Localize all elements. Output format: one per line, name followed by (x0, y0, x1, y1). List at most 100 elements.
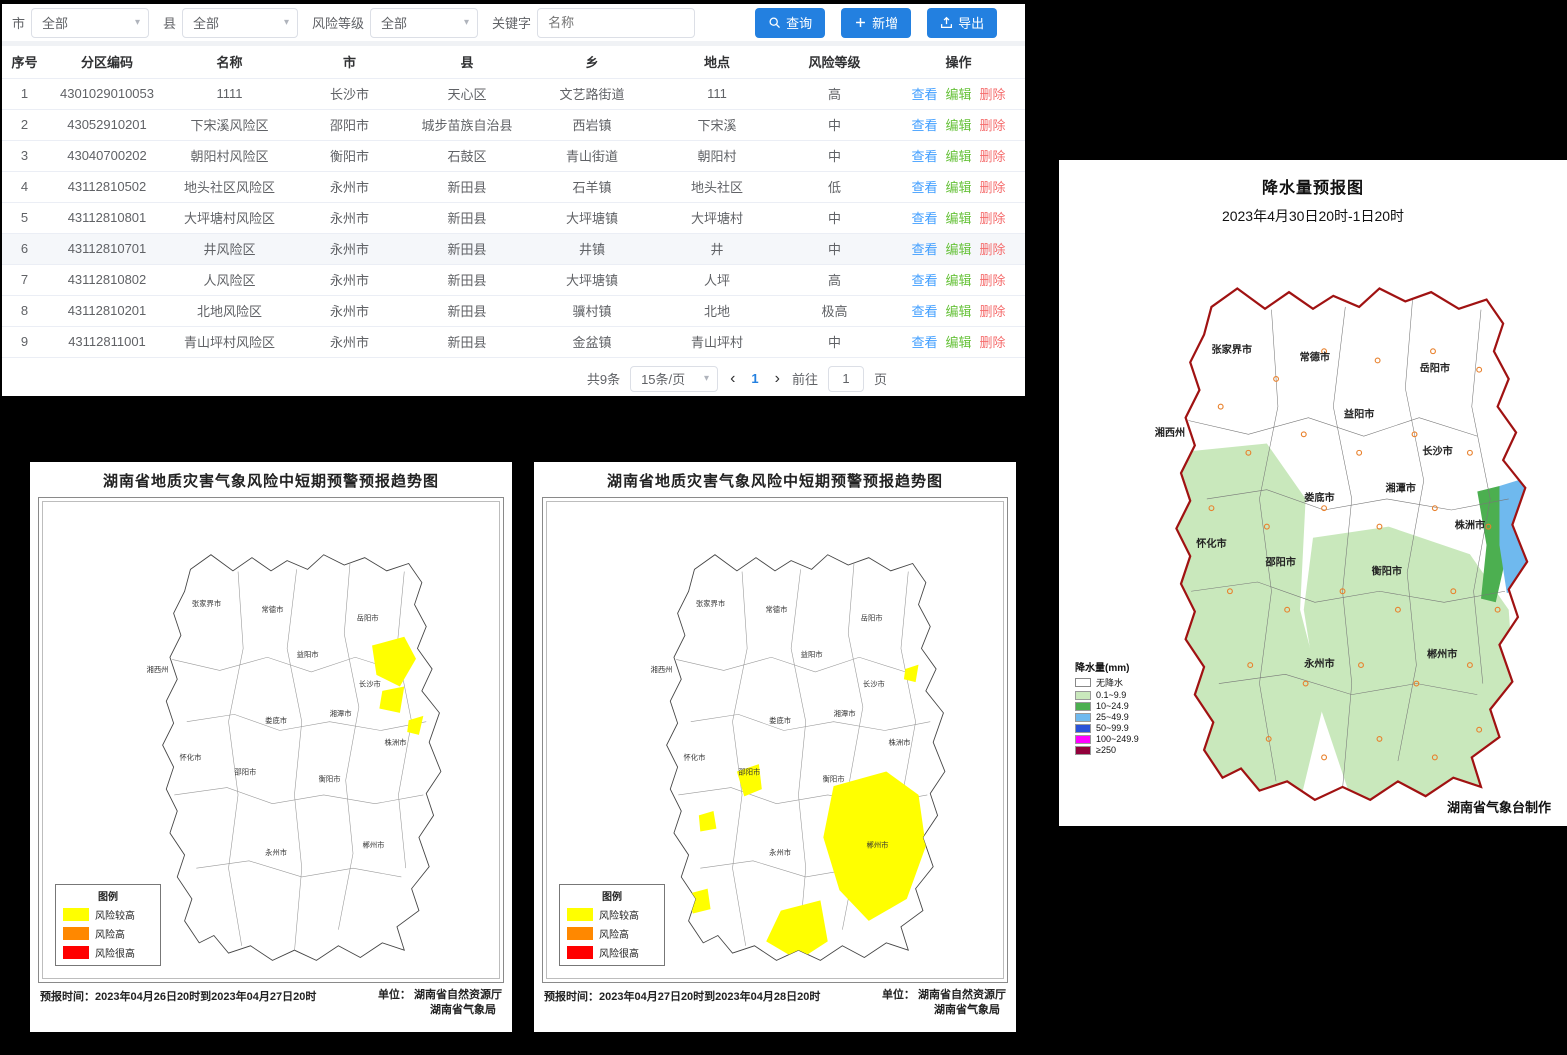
legend-label: 风险很高 (599, 945, 639, 960)
legend-swatch (1075, 713, 1091, 722)
cell-name: 大坪塘村风险区 (167, 202, 292, 233)
view-link[interactable]: 查看 (911, 149, 937, 164)
edit-link[interactable]: 编辑 (945, 87, 971, 102)
cell-actions: 查看编辑删除 (892, 171, 1025, 202)
legend-swatch (567, 908, 593, 921)
edit-link[interactable]: 编辑 (945, 242, 971, 257)
table-row[interactable]: 843112810201北地风险区永州市新田县骥村镇北地极高查看编辑删除 (2, 295, 1025, 326)
goto-page-input[interactable] (828, 366, 864, 392)
edit-link[interactable]: 编辑 (945, 273, 971, 288)
column-header: 名称 (167, 46, 292, 78)
legend-item: ≥250 (1075, 745, 1139, 755)
table-row[interactable]: 143010290100531111长沙市天心区文艺路街道111高查看编辑删除 (2, 78, 1025, 109)
table-row[interactable]: 743112810802人风险区永州市新田县大坪塘镇人坪高查看编辑删除 (2, 264, 1025, 295)
prev-page-button[interactable]: ‹ (728, 371, 737, 387)
risk-level-select[interactable]: 全部 ▾ (370, 8, 478, 38)
legend-label: 无降水 (1096, 676, 1123, 689)
next-page-button[interactable]: › (773, 371, 782, 387)
city-select[interactable]: 全部 ▾ (31, 8, 149, 38)
delete-link[interactable]: 删除 (980, 335, 1006, 350)
cell-county: 新田县 (407, 295, 527, 326)
legend-label: 10~24.9 (1096, 701, 1129, 711)
search-button[interactable]: 查询 (755, 8, 825, 38)
page-number[interactable]: 1 (747, 371, 762, 386)
rain-zone-storm (1522, 493, 1539, 532)
plus-icon (854, 16, 867, 29)
delete-link[interactable]: 删除 (980, 87, 1006, 102)
edit-link[interactable]: 编辑 (945, 149, 971, 164)
view-link[interactable]: 查看 (911, 335, 937, 350)
trend-footer: 预报时间：2023年04月26日20时到2023年04月27日20时 单位： 湖… (38, 988, 504, 1018)
city-label: 湘西州 (1155, 426, 1185, 439)
view-link[interactable]: 查看 (911, 87, 937, 102)
cell-risk: 中 (777, 326, 892, 357)
county-select[interactable]: 全部 ▾ (182, 8, 298, 38)
legend-item: 风险高 (56, 924, 160, 943)
view-link[interactable]: 查看 (911, 242, 937, 257)
delete-link[interactable]: 删除 (980, 211, 1006, 226)
view-link[interactable]: 查看 (911, 304, 937, 319)
keyword-input[interactable] (537, 8, 695, 38)
cell-town: 井镇 (527, 233, 657, 264)
delete-link[interactable]: 删除 (980, 180, 1006, 195)
city-label: 郴州市 (363, 841, 385, 850)
delete-link[interactable]: 删除 (980, 149, 1006, 164)
cell-actions: 查看编辑删除 (892, 109, 1025, 140)
cell-no: 3 (2, 140, 47, 171)
edit-link[interactable]: 编辑 (945, 335, 971, 350)
city-label: 湘潭市 (834, 709, 856, 718)
county-filter: 县 全部 ▾ (163, 8, 298, 38)
cell-name: 井风险区 (167, 233, 292, 264)
table-row[interactable]: 243052910201下宋溪风险区邵阳市城步苗族自治县西岩镇下宋溪中查看编辑删… (2, 109, 1025, 140)
trend-map-card-1: 湖南省地质灾害气象风险中短期预警预报趋势图 湘西州张家界市常德市岳阳市益阳市长沙… (30, 462, 512, 1032)
cell-city: 长沙市 (292, 78, 407, 109)
legend-item: 100~249.9 (1075, 734, 1139, 744)
edit-link[interactable]: 编辑 (945, 180, 971, 195)
rain-zone-light-west (1175, 444, 1325, 818)
city-label: 娄底市 (769, 716, 791, 725)
column-header: 风险等级 (777, 46, 892, 78)
view-link[interactable]: 查看 (911, 273, 937, 288)
legend-item: 0.1~9.9 (1075, 690, 1139, 700)
table-row[interactable]: 343040700202朝阳村风险区衡阳市石鼓区青山街道朝阳村中查看编辑删除 (2, 140, 1025, 171)
trend-legend-box: 图例 风险较高风险高风险很高 (55, 884, 161, 966)
table-header-row: 序号分区编码名称市县乡地点风险等级操作 (2, 46, 1025, 78)
city-label: 怀化市 (1196, 537, 1226, 550)
cell-town: 骥村镇 (527, 295, 657, 326)
city-label: 怀化市 (179, 753, 201, 762)
legend-swatch (567, 946, 593, 959)
edit-link[interactable]: 编辑 (945, 211, 971, 226)
city-label: 衡阳市 (319, 775, 341, 784)
export-button[interactable]: 导出 (927, 8, 997, 38)
city-label: 湘西州 (147, 665, 169, 674)
delete-link[interactable]: 删除 (980, 118, 1006, 133)
legend-label: ≥250 (1096, 745, 1116, 755)
edit-link[interactable]: 编辑 (945, 304, 971, 319)
table-row[interactable]: 643112810701井风险区永州市新田县井镇井中查看编辑删除 (2, 233, 1025, 264)
rain-zone-extreme (1529, 508, 1535, 515)
city-label: 岳阳市 (357, 614, 379, 623)
cell-no: 7 (2, 264, 47, 295)
cell-city: 邵阳市 (292, 109, 407, 140)
table-row[interactable]: 543112810801大坪塘村风险区永州市新田县大坪塘镇大坪塘村中查看编辑删除 (2, 202, 1025, 233)
city-label: 永州市 (265, 848, 287, 857)
cell-place: 111 (657, 78, 777, 109)
view-link[interactable]: 查看 (911, 118, 937, 133)
table-row[interactable]: 443112810502地头社区风险区永州市新田县石羊镇地头社区低查看编辑删除 (2, 171, 1025, 202)
page-size-select[interactable]: 15条/页 ▾ (630, 366, 718, 392)
add-button[interactable]: 新增 (841, 8, 911, 38)
risk-table: 序号分区编码名称市县乡地点风险等级操作 143010290100531111长沙… (2, 46, 1025, 358)
view-link[interactable]: 查看 (911, 211, 937, 226)
cell-town: 石羊镇 (527, 171, 657, 202)
edit-link[interactable]: 编辑 (945, 118, 971, 133)
view-link[interactable]: 查看 (911, 180, 937, 195)
legend-title: 图例 (560, 887, 664, 905)
delete-link[interactable]: 删除 (980, 273, 1006, 288)
table-row[interactable]: 943112811001青山坪村风险区永州市新田县金盆镇青山坪村中查看编辑删除 (2, 326, 1025, 357)
cell-county: 新田县 (407, 326, 527, 357)
cell-risk: 极高 (777, 295, 892, 326)
cell-actions: 查看编辑删除 (892, 326, 1025, 357)
cell-code: 43040700202 (47, 140, 167, 171)
delete-link[interactable]: 删除 (980, 304, 1006, 319)
delete-link[interactable]: 删除 (980, 242, 1006, 257)
